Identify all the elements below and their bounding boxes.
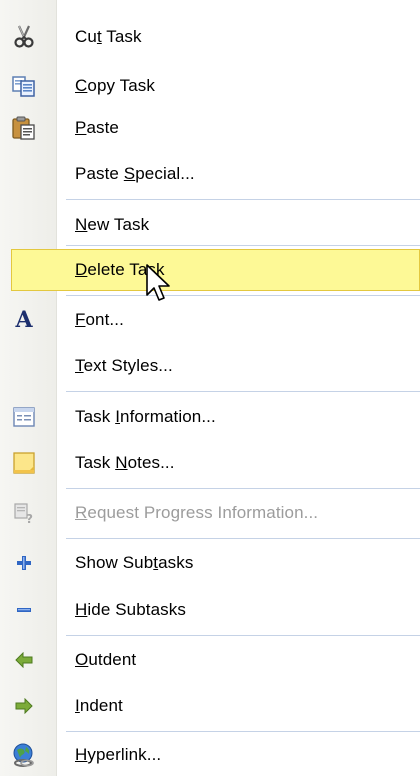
mouse-pointer-icon xyxy=(146,264,170,301)
menu-separator xyxy=(66,731,420,732)
menu-item-task-information[interactable]: Task Information... xyxy=(0,396,420,438)
menu-item-delete-task[interactable]: Delete Task xyxy=(11,249,420,291)
menu-item-label: Show Subtasks xyxy=(75,553,194,572)
context-menu: Cut Task Copy Task Paste Paste Special..… xyxy=(0,0,420,776)
arrow-left-icon xyxy=(12,648,36,672)
menu-item-label: Task Information... xyxy=(75,407,216,426)
request-progress-icon: ? xyxy=(12,501,36,525)
menu-item-show-subtasks[interactable]: Show Subtasks xyxy=(0,542,420,584)
menu-separator xyxy=(66,391,420,392)
menu-separator xyxy=(66,635,420,636)
menu-item-paste[interactable]: Paste xyxy=(0,107,420,149)
menu-item-outdent[interactable]: Outdent xyxy=(0,639,420,681)
menu-item-label: Request Progress Information... xyxy=(75,503,319,522)
menu-separator xyxy=(66,245,420,246)
menu-item-label: Paste xyxy=(75,118,119,137)
menu-item-new-task[interactable]: New Task xyxy=(0,204,420,246)
font-icon: A xyxy=(15,307,33,333)
menu-item-copy-task[interactable]: Copy Task xyxy=(0,65,420,107)
menu-item-request-progress-information[interactable]: ? Request Progress Information... xyxy=(0,492,420,534)
menu-item-cut-task[interactable]: Cut Task xyxy=(0,16,420,58)
menu-separator xyxy=(66,199,420,200)
arrow-right-icon xyxy=(12,694,36,718)
scissors-icon xyxy=(12,25,36,49)
menu-item-label: Text Styles... xyxy=(75,356,173,375)
menu-item-label: Font... xyxy=(75,310,124,329)
plus-icon xyxy=(12,551,36,575)
task-information-icon xyxy=(12,405,36,429)
copy-icon xyxy=(12,74,36,98)
menu-item-label: New Task xyxy=(75,215,150,234)
svg-text:?: ? xyxy=(26,512,33,524)
menu-item-label: Task Notes... xyxy=(75,453,175,472)
menu-item-hide-subtasks[interactable]: Hide Subtasks xyxy=(0,589,420,631)
menu-separator xyxy=(66,295,420,296)
menu-item-label: Cut Task xyxy=(75,27,142,46)
menu-separator xyxy=(66,538,420,539)
menu-item-font[interactable]: A Font... xyxy=(0,299,420,341)
menu-item-label: Copy Task xyxy=(75,76,155,95)
menu-item-paste-special[interactable]: Paste Special... xyxy=(0,153,420,195)
menu-item-task-notes[interactable]: Task Notes... xyxy=(0,442,420,484)
minus-icon xyxy=(12,598,36,622)
menu-item-label: Paste Special... xyxy=(75,164,195,183)
menu-item-hyperlink[interactable]: Hyperlink... xyxy=(0,734,420,776)
menu-item-indent[interactable]: Indent xyxy=(0,685,420,727)
menu-separator xyxy=(66,488,420,489)
hyperlink-icon xyxy=(12,743,36,767)
paste-icon xyxy=(12,116,36,140)
menu-item-label: Hide Subtasks xyxy=(75,600,186,619)
menu-item-label: Hyperlink... xyxy=(75,745,162,764)
menu-item-text-styles[interactable]: Text Styles... xyxy=(0,345,420,387)
task-notes-icon xyxy=(12,451,36,475)
menu-item-label: Indent xyxy=(75,696,123,715)
menu-item-label: Outdent xyxy=(75,650,137,669)
